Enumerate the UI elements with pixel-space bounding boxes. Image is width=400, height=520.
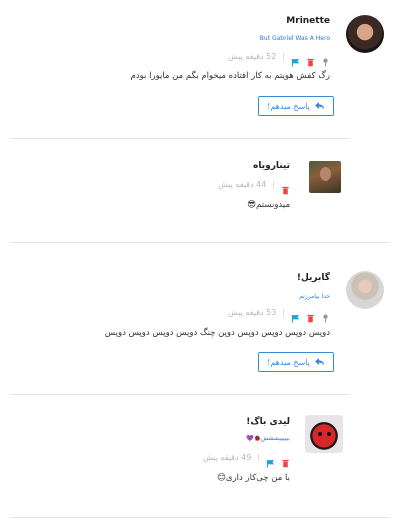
trash-icon[interactable] (306, 308, 315, 322)
comment-author[interactable]: تینارویاه (253, 161, 290, 171)
comment-time: 49 دقیقه پیش (203, 452, 252, 462)
comment-divider (10, 517, 390, 518)
trash-icon[interactable] (281, 453, 290, 467)
comment-author[interactable]: گابریل! (297, 273, 330, 283)
pin-icon[interactable] (321, 52, 330, 67)
flag-icon[interactable] (291, 308, 300, 323)
flag-icon[interactable] (266, 453, 275, 468)
comment-meta: | 44 دقیقه پیش (218, 178, 290, 194)
comment-author-subtitle: ببییییششش🐞💜 (245, 435, 290, 442)
comment-author[interactable]: Mrinette (286, 16, 330, 26)
meta-separator: | (282, 307, 285, 317)
comments-page: Mrinette But Gabriel Was A Hero | 52 دقی… (0, 0, 400, 520)
comment-author-subtitle: But Gabriel Was A Hero (259, 35, 330, 42)
comment-meta: | 49 دقیقه پیش (203, 451, 290, 468)
reply-label: پاسخ میدهم! (267, 101, 310, 111)
pin-icon[interactable] (321, 308, 330, 323)
avatar[interactable] (346, 15, 384, 53)
reply-label: پاسخ میدهم! (267, 357, 310, 367)
reply-button[interactable]: پاسخ میدهم! (258, 352, 334, 372)
trash-icon[interactable] (281, 180, 290, 194)
avatar[interactable] (346, 271, 384, 309)
comment-text: میدونستم😎 (247, 200, 290, 210)
comment-text: دوپس دوپس دوپس دوپس دوپن چنگ دوپس دوپس د… (104, 328, 330, 338)
comment-time: 44 دقیقه پیش (218, 179, 267, 189)
meta-separator: | (257, 452, 260, 462)
comment-divider (10, 242, 390, 243)
avatar[interactable] (309, 161, 341, 193)
comment-meta: | 52 دقیقه پیش (228, 50, 330, 67)
comment-text: با من چی‌کار داری😊 (217, 473, 290, 483)
reply-icon (314, 102, 325, 110)
comment-time: 53 دقیقه پیش (228, 307, 277, 317)
comment-author-subtitle: خدا بیامرزتم (299, 293, 330, 300)
reply-button[interactable]: پاسخ میدهم! (258, 96, 334, 116)
comment-divider (10, 394, 350, 395)
meta-separator: | (272, 179, 275, 189)
reply-icon (314, 358, 325, 366)
trash-icon[interactable] (306, 52, 315, 66)
comment-divider (10, 138, 350, 139)
meta-separator: | (282, 51, 285, 61)
comment-meta: | 53 دقیقه پیش (228, 306, 330, 323)
comment-time: 52 دقیقه پیش (228, 51, 277, 61)
comment-author[interactable]: لیدی باگ! (246, 417, 290, 427)
avatar[interactable] (305, 415, 343, 453)
flag-icon[interactable] (291, 52, 300, 67)
comment-text: رگ کفش هویتم به کار افتاده میخوام بگم من… (130, 71, 330, 81)
